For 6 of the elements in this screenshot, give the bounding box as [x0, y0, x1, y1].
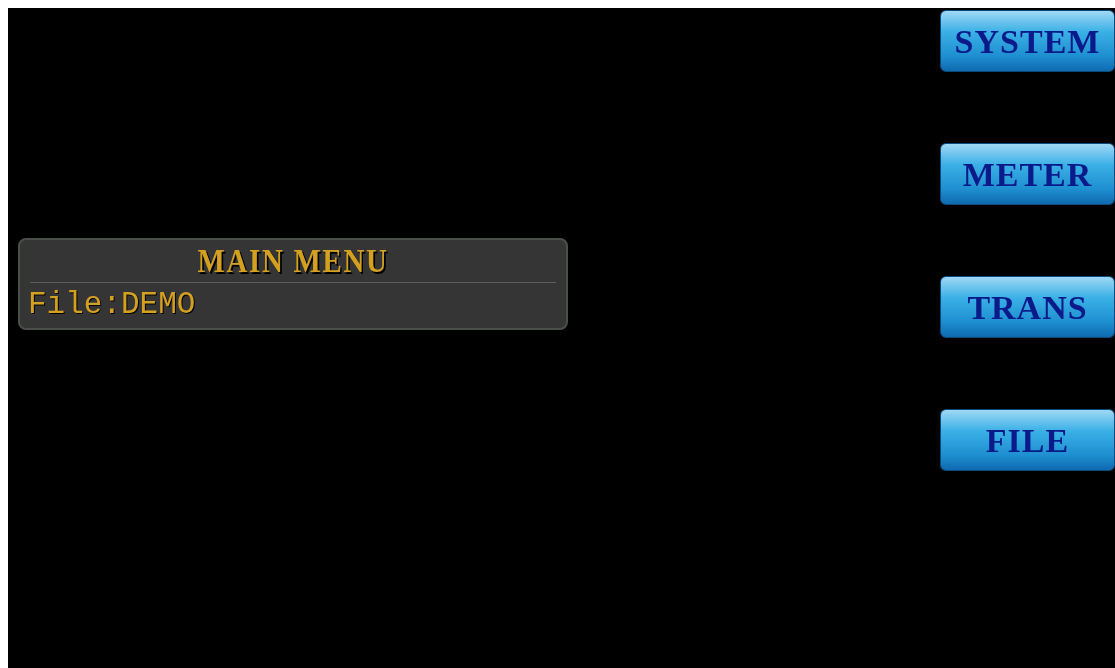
menu-button[interactable]: METER: [940, 143, 1115, 205]
menu-button[interactable]: SYSTEM: [940, 10, 1115, 72]
file-label: File:DEMO: [28, 286, 197, 324]
menu-button[interactable]: FILE: [940, 409, 1115, 471]
panel-title: MAIN MENU: [196, 241, 390, 281]
menu-button[interactable]: TRANS: [940, 276, 1115, 338]
